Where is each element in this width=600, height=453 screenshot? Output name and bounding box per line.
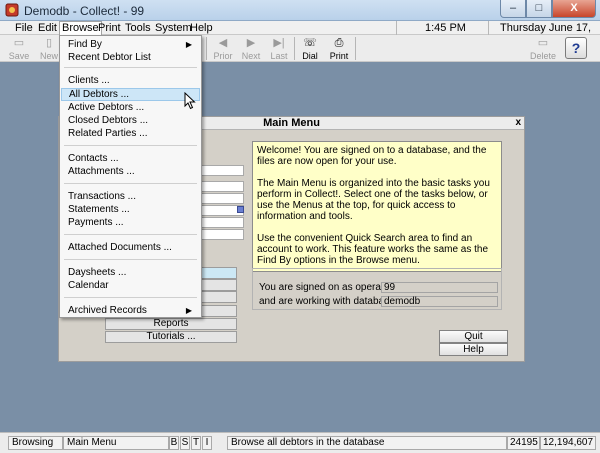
status-hint: Browse all debtors in the database <box>227 436 507 450</box>
submenu-arrow-icon: ▶ <box>185 306 192 315</box>
menu-item-clients[interactable]: Clients ... <box>61 74 200 87</box>
separator <box>488 21 489 35</box>
menu-item-closed-debtors[interactable]: Closed Debtors ... <box>61 114 200 127</box>
status-flag: T <box>191 436 201 450</box>
operator-label: You are signed on as operator <box>259 282 393 293</box>
last-button[interactable]: ▶| Last <box>266 36 292 61</box>
last-icon: ▶| <box>273 37 285 49</box>
close-button[interactable]: X <box>552 0 596 18</box>
operator-value: 99 <box>381 282 498 293</box>
menu-item-contacts[interactable]: Contacts ... <box>61 152 200 165</box>
submenu-arrow-icon: ▶ <box>185 40 192 49</box>
status-flag: I <box>202 436 212 450</box>
menu-bar: File Edit Browse Print Tools System Help… <box>0 21 600 46</box>
prior-button[interactable]: ◀ Prior <box>210 36 236 61</box>
menu-browse[interactable]: Browse <box>59 21 102 35</box>
mouse-pointer-icon <box>184 92 196 110</box>
menu-tools[interactable]: Tools <box>125 22 151 34</box>
search-field[interactable] <box>199 217 244 228</box>
menu-item-calendar[interactable]: Calendar <box>61 279 200 292</box>
menu-separator <box>64 183 197 184</box>
tutorials-button[interactable]: Tutorials ... <box>105 331 237 343</box>
maximize-button[interactable]: □ <box>526 0 552 18</box>
menu-item-related-parties[interactable]: Related Parties ... <box>61 127 200 140</box>
welcome-text: The Main Menu is organized into the basi… <box>257 178 490 222</box>
separator <box>396 21 397 35</box>
menu-edit[interactable]: Edit <box>38 22 57 34</box>
separator <box>355 37 356 60</box>
menu-item-transactions[interactable]: Transactions ... <box>61 190 200 203</box>
phone-icon: ☏ <box>303 37 317 49</box>
menu-item-archived-records[interactable]: Archived Records ▶ <box>61 304 200 317</box>
dial-button[interactable]: ☏ Dial <box>297 36 323 61</box>
print-button[interactable]: ⎙ Print <box>326 36 352 61</box>
search-field[interactable] <box>199 165 244 176</box>
printer-icon: ⎙ <box>334 37 344 49</box>
clock: 1:45 PM <box>425 22 466 34</box>
menu-item-payments[interactable]: Payments ... <box>61 216 200 229</box>
welcome-panel: Welcome! You are signed on to a database… <box>252 141 502 272</box>
menu-print[interactable]: Print <box>98 22 121 34</box>
status-bar: Browsing Main Menu B S T I Browse all de… <box>0 432 600 453</box>
title-bar: Demodb - Collect! - 99 – □ X <box>0 0 600 21</box>
menu-help[interactable]: Help <box>190 22 213 34</box>
menu-separator <box>64 67 197 68</box>
menu-separator <box>64 297 197 298</box>
minimize-button[interactable]: – <box>500 0 526 18</box>
menu-system[interactable]: System <box>155 22 192 34</box>
signon-info: You are signed on as operator 99 and are… <box>252 268 502 310</box>
next-button[interactable]: ▶ Next <box>238 36 264 61</box>
main-menu-close-icon[interactable]: x <box>515 117 521 129</box>
menu-item-all-debtors[interactable]: All Debtors ... <box>61 88 200 101</box>
window-title: Demodb - Collect! - 99 <box>24 4 145 18</box>
delete-icon: ▭ <box>537 37 549 49</box>
browse-menu: Find By ▶ Recent Debtor List Clients ...… <box>59 35 202 318</box>
welcome-text: Use the convenient Quick Search area to … <box>257 233 489 266</box>
status-flag: S <box>180 436 190 450</box>
status-screen: Main Menu <box>63 436 169 450</box>
menu-item-attachments[interactable]: Attachments ... <box>61 165 200 178</box>
menu-item-recent-debtors[interactable]: Recent Debtor List <box>61 51 200 64</box>
menu-item-find-by[interactable]: Find By ▶ <box>61 38 200 51</box>
menu-separator <box>64 234 197 235</box>
menu-file[interactable]: File <box>15 22 33 34</box>
status-memory: 24195 <box>507 436 540 450</box>
status-mode: Browsing <box>8 436 63 450</box>
menu-item-active-debtors[interactable]: Active Debtors ... <box>61 101 200 114</box>
separator <box>206 37 207 60</box>
menu-separator <box>64 259 197 260</box>
database-label: and are working with database <box>259 296 395 307</box>
next-icon: ▶ <box>246 37 256 49</box>
lookup-icon[interactable] <box>237 206 244 213</box>
menu-item-attached-documents[interactable]: Attached Documents ... <box>61 241 200 254</box>
delete-button[interactable]: ▭ Delete <box>530 36 556 61</box>
menu-separator <box>64 145 197 146</box>
save-button[interactable]: ▭ Save <box>6 36 32 61</box>
quit-button[interactable]: Quit <box>439 330 508 343</box>
welcome-text: Welcome! You are signed on to a database… <box>257 145 487 167</box>
status-flag: B <box>169 436 179 450</box>
prior-icon: ◀ <box>218 37 228 49</box>
reports-button[interactable]: Reports <box>105 318 237 330</box>
save-icon: ▭ <box>13 37 25 49</box>
database-value: demodb <box>381 296 498 307</box>
search-field[interactable] <box>199 193 244 204</box>
status-numbers: 12,194,607 <box>540 436 596 450</box>
menu-item-statements[interactable]: Statements ... <box>61 203 200 216</box>
search-field[interactable] <box>199 229 244 240</box>
app-icon <box>5 3 19 17</box>
help-icon[interactable]: ? <box>565 37 587 59</box>
separator <box>294 37 295 60</box>
search-field[interactable] <box>199 181 244 192</box>
help-button[interactable]: Help <box>439 343 508 356</box>
menu-item-daysheets[interactable]: Daysheets ... <box>61 266 200 279</box>
